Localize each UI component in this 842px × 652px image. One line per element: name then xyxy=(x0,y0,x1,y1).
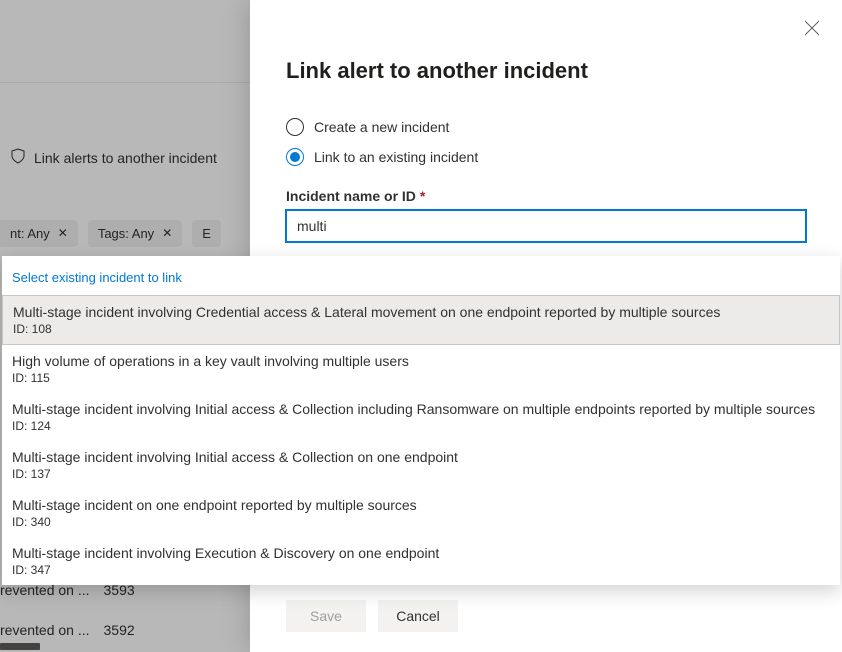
dropdown-item-title: High volume of operations in a key vault… xyxy=(12,353,830,369)
dropdown-item-id: ID: 137 xyxy=(12,467,830,481)
dropdown-item[interactable]: Multi-stage incident on one endpoint rep… xyxy=(2,489,840,537)
radio-group: Create a new incident Link to an existin… xyxy=(286,118,842,166)
radio-label: Create a new incident xyxy=(314,119,449,135)
cancel-button[interactable]: Cancel xyxy=(378,600,458,632)
dropdown-item-id: ID: 108 xyxy=(13,322,829,336)
incident-field-label: Incident name or ID * xyxy=(286,188,842,204)
dropdown-item-id: ID: 347 xyxy=(12,563,830,577)
panel-footer: Save Cancel xyxy=(286,600,458,632)
radio-icon xyxy=(286,118,304,136)
dropdown-item-title: Multi-stage incident on one endpoint rep… xyxy=(12,497,830,513)
dropdown-item-title: Multi-stage incident involving Initial a… xyxy=(12,401,830,417)
dropdown-item[interactable]: High volume of operations in a key vault… xyxy=(2,345,840,393)
dropdown-item-title: Multi-stage incident involving Initial a… xyxy=(12,449,830,465)
radio-create-new[interactable]: Create a new incident xyxy=(286,118,842,136)
dropdown-item-id: ID: 115 xyxy=(12,371,830,385)
radio-label: Link to an existing incident xyxy=(314,149,478,165)
dropdown-item-id: ID: 340 xyxy=(12,515,830,529)
panel-title: Link alert to another incident xyxy=(286,58,842,84)
dropdown-item-id: ID: 124 xyxy=(12,419,830,433)
required-mark: * xyxy=(420,188,425,204)
dropdown-item[interactable]: Multi-stage incident involving Initial a… xyxy=(2,393,840,441)
dropdown-item[interactable]: Multi-stage incident involving Initial a… xyxy=(2,441,840,489)
dropdown-item-title: Multi-stage incident involving Credentia… xyxy=(13,304,829,320)
dropdown-item-title: Multi-stage incident involving Execution… xyxy=(12,545,830,561)
close-icon[interactable] xyxy=(804,20,822,38)
dropdown-header: Select existing incident to link xyxy=(2,256,840,295)
radio-icon xyxy=(286,148,304,166)
dropdown-item[interactable]: Multi-stage incident involving Credentia… xyxy=(2,295,840,345)
incident-input[interactable] xyxy=(286,210,806,242)
save-button[interactable]: Save xyxy=(286,600,366,632)
radio-link-existing[interactable]: Link to an existing incident xyxy=(286,148,842,166)
incident-dropdown: Select existing incident to link Multi-s… xyxy=(2,256,840,585)
dropdown-item[interactable]: Multi-stage incident involving Execution… xyxy=(2,537,840,585)
